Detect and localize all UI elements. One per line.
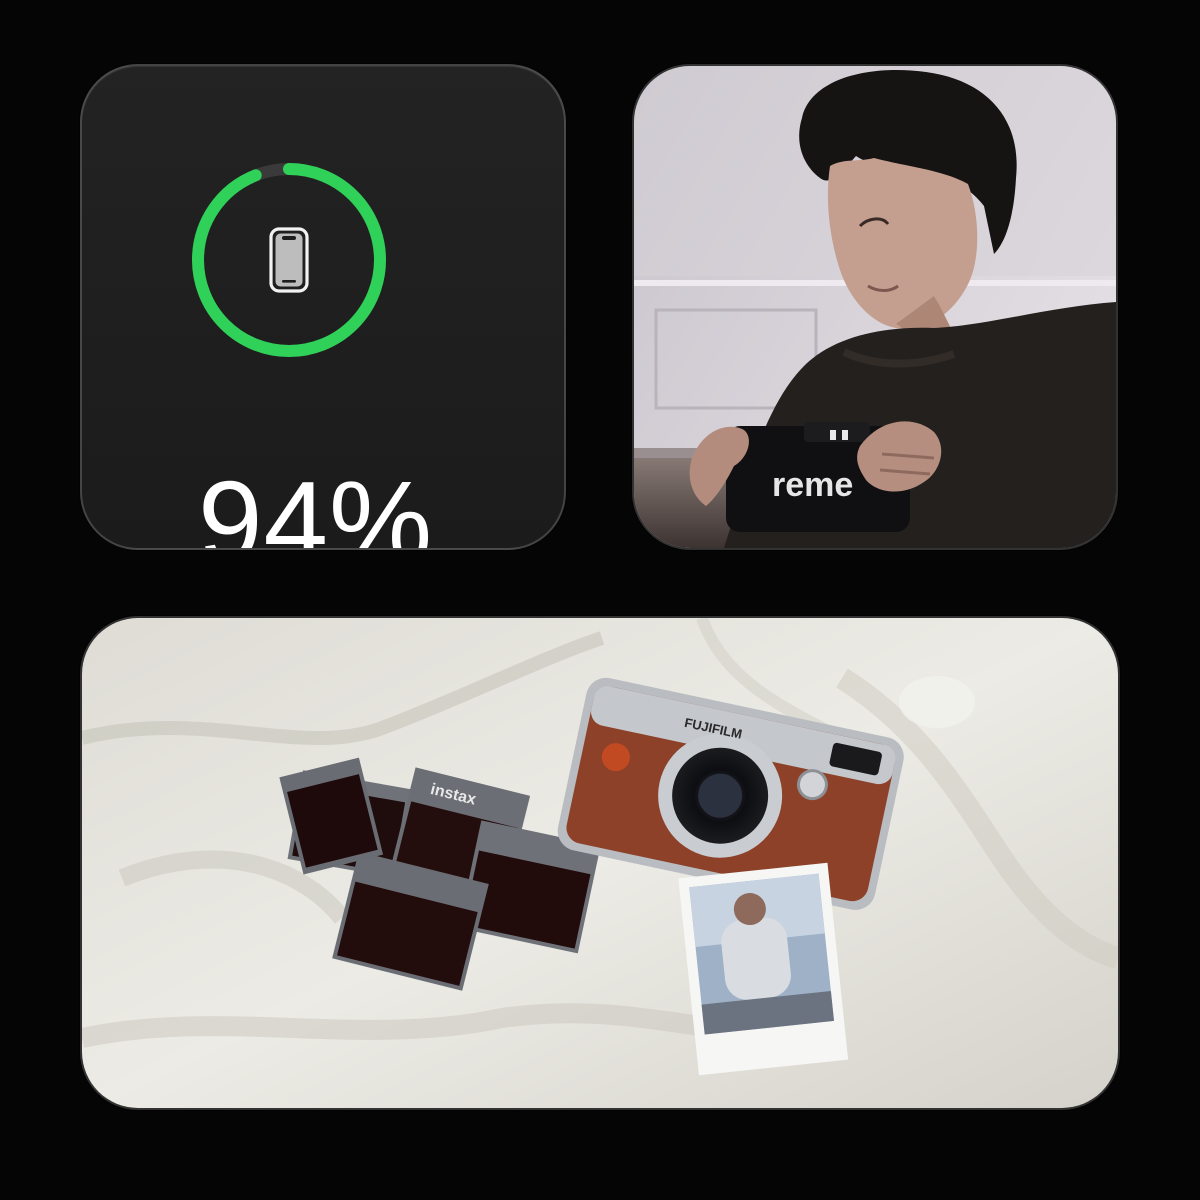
battery-percent: 94% (198, 457, 434, 550)
battery-widget[interactable]: 94% (80, 64, 566, 550)
instant-photo-print (678, 862, 849, 1076)
iphone-icon (269, 227, 309, 293)
portrait-photo: reme (634, 66, 1116, 548)
camera-photo-widget[interactable]: instax FUJIFILM (80, 616, 1120, 1110)
camera-on-sheets-photo: instax FUJIFILM (82, 618, 1118, 1108)
battery-ring (192, 163, 386, 357)
portrait-photo-widget[interactable]: reme (632, 64, 1118, 550)
camera-lettering: reme (772, 466, 853, 504)
